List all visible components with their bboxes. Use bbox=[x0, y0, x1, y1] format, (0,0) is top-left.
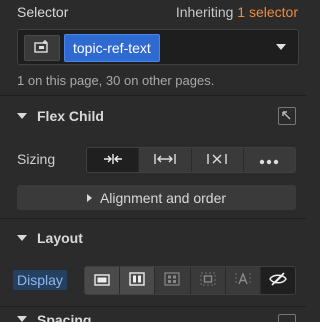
sizing-grow-button[interactable] bbox=[139, 148, 192, 172]
flex-icon bbox=[129, 272, 145, 289]
section-title: Spacing bbox=[37, 312, 92, 322]
selector-tag[interactable]: topic-ref-text bbox=[64, 34, 160, 62]
selector-title: Selector bbox=[17, 4, 69, 20]
alignment-order-toggle[interactable]: Alignment and order bbox=[17, 185, 296, 210]
chevron-right-icon bbox=[86, 193, 92, 202]
inheriting-count[interactable]: 1 selector bbox=[237, 4, 298, 20]
block-icon bbox=[94, 273, 110, 289]
selector-header: Selector Inheriting 1 selector bbox=[17, 3, 298, 21]
alignment-label: Alignment and order bbox=[99, 189, 227, 206]
inheriting-prefix: Inheriting bbox=[175, 4, 234, 20]
eye-slash-icon bbox=[269, 272, 287, 289]
display-flex-button[interactable] bbox=[120, 267, 156, 294]
display-block-button[interactable] bbox=[85, 267, 121, 294]
expand-corner-icon[interactable] bbox=[278, 107, 296, 125]
none-icon bbox=[207, 152, 227, 168]
display-none-button[interactable] bbox=[260, 267, 295, 294]
section-header-flex-child[interactable]: Flex Child bbox=[0, 101, 306, 131]
chevron-down-icon[interactable] bbox=[276, 44, 286, 50]
sizing-label: Sizing bbox=[17, 151, 56, 167]
section-title: Layout bbox=[37, 230, 83, 246]
more-icon bbox=[259, 152, 279, 168]
section-title: Flex Child bbox=[37, 108, 104, 124]
shrink-icon bbox=[103, 152, 123, 168]
collapse-triangle-icon bbox=[17, 316, 27, 322]
selector-field[interactable]: topic-ref-text bbox=[17, 29, 299, 65]
sizing-shrink-button[interactable] bbox=[87, 148, 140, 172]
inheriting-info[interactable]: Inheriting 1 selector bbox=[176, 4, 298, 20]
divider bbox=[0, 306, 306, 307]
collapse-triangle-icon bbox=[17, 113, 27, 119]
sizing-none-button[interactable] bbox=[192, 148, 244, 172]
display-inline-button[interactable] bbox=[226, 267, 261, 294]
inline-icon bbox=[234, 272, 252, 289]
grid-icon bbox=[164, 272, 181, 289]
inline-block-icon bbox=[199, 272, 216, 289]
divider bbox=[0, 95, 306, 96]
display-inline-block-button[interactable] bbox=[191, 267, 226, 294]
collapse-triangle-icon bbox=[17, 235, 27, 241]
divider bbox=[0, 218, 306, 219]
selector-usage-text: 1 on this page, 30 on other pages. bbox=[17, 73, 215, 88]
style-panel: Selector Inheriting 1 selector topic-ref… bbox=[0, 0, 306, 322]
selector-type-icon bbox=[34, 39, 50, 57]
sizing-segmented-control bbox=[86, 147, 296, 173]
sizing-more-button[interactable] bbox=[244, 148, 295, 172]
selector-type-button[interactable] bbox=[24, 35, 60, 61]
display-grid-button[interactable] bbox=[155, 267, 191, 294]
section-header-layout[interactable]: Layout bbox=[0, 223, 306, 253]
grow-icon bbox=[154, 152, 176, 168]
display-label: Display bbox=[13, 270, 67, 290]
expand-corner-icon[interactable] bbox=[278, 314, 296, 322]
section-header-spacing[interactable]: Spacing bbox=[0, 312, 306, 322]
display-segmented-control bbox=[84, 266, 296, 295]
